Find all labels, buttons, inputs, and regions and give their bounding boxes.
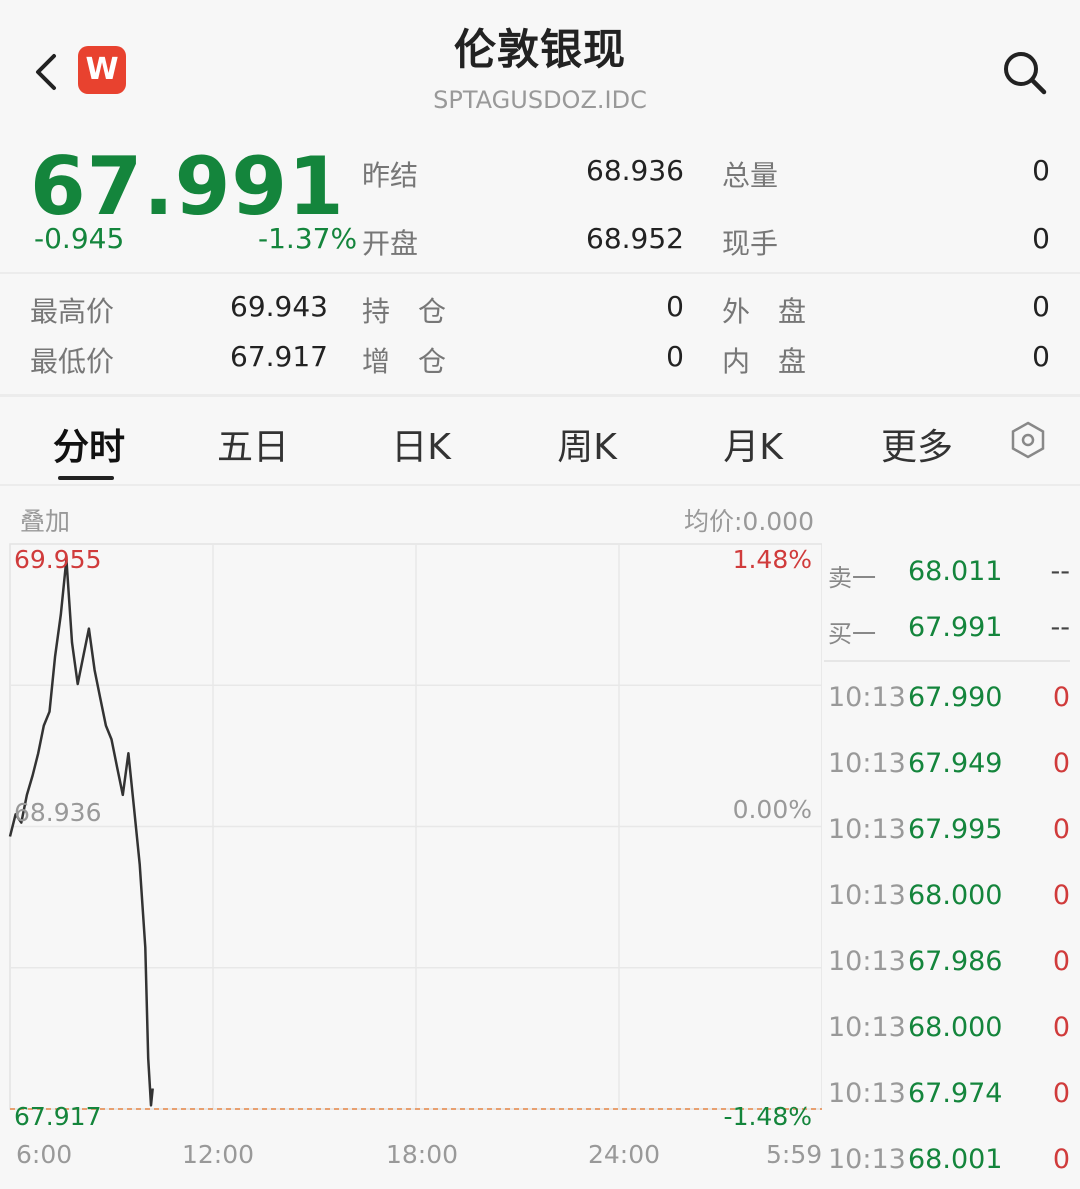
tick-volume: 0 — [1052, 1144, 1070, 1175]
outer-volume-value: 0 — [1032, 290, 1050, 323]
divider — [0, 394, 1080, 397]
current-hand-value: 0 — [1032, 222, 1050, 255]
x-tick-label: 12:00 — [182, 1140, 255, 1169]
prev-settle-value: 68.936 — [586, 154, 684, 187]
settings-icon[interactable] — [1008, 420, 1048, 460]
ref-pct-label: 0.00% — [733, 795, 812, 824]
low-price-label: 67.917 — [14, 1102, 101, 1131]
divider — [0, 272, 1080, 274]
x-tick-label: 18:00 — [386, 1140, 459, 1169]
bid-volume: -- — [1050, 612, 1071, 643]
open-interest-label: 持 仓 — [362, 295, 447, 328]
page-title: 伦敦银现 — [453, 25, 626, 74]
ref-price-label: 68.936 — [14, 798, 101, 827]
price-change: -0.945 — [34, 222, 125, 255]
open-interest-value: 0 — [666, 290, 684, 323]
price-series-line — [8, 557, 154, 1107]
tick-price: 67.990 — [908, 682, 1003, 713]
price-change-percent: -1.37% — [258, 222, 358, 255]
bid-price: 67.991 — [908, 612, 1003, 643]
active-tab-indicator — [58, 476, 114, 480]
inner-volume-label: 内 盘 — [722, 345, 807, 378]
open-value: 68.952 — [586, 222, 684, 255]
tick-volume: 0 — [1052, 946, 1070, 977]
search-icon[interactable] — [1000, 48, 1050, 98]
high-value: 69.943 — [230, 290, 328, 323]
x-tick-label: 6:00 — [16, 1140, 73, 1169]
high-pct-label: 1.48% — [733, 545, 812, 574]
tick-price: 67.974 — [908, 1078, 1003, 1109]
tick-time: 10:13 — [828, 880, 906, 911]
tab-monthly-k[interactable]: 月K — [704, 418, 802, 470]
tick-volume: 0 — [1052, 1078, 1070, 1109]
open-label: 开盘 — [362, 227, 419, 260]
low-value: 67.917 — [230, 340, 328, 373]
tick-time: 10:13 — [828, 946, 906, 977]
instrument-code: SPTAGUSDOZ.IDC — [433, 86, 647, 114]
high-label: 最高价 — [30, 295, 115, 328]
tick-price: 68.001 — [908, 1144, 1003, 1175]
tick-volume: 0 — [1052, 814, 1070, 845]
total-volume-value: 0 — [1032, 154, 1050, 187]
tick-volume: 0 — [1052, 682, 1070, 713]
tick-price: 68.000 — [908, 880, 1003, 911]
total-volume-label: 总量 — [722, 159, 779, 192]
inner-volume-value: 0 — [1032, 340, 1050, 373]
tick-volume: 0 — [1052, 748, 1070, 779]
tab-intraday[interactable]: 分时 — [40, 418, 138, 470]
tick-time: 10:13 — [828, 1078, 906, 1109]
avg-price-label: 均价:0.000 — [684, 507, 814, 536]
oi-change-value: 0 — [666, 340, 684, 373]
divider — [824, 660, 1070, 662]
ask-price: 68.011 — [908, 556, 1003, 587]
tick-volume: 0 — [1052, 1012, 1070, 1043]
tab-weekly-k[interactable]: 周K — [538, 418, 636, 470]
tick-price: 67.949 — [908, 748, 1003, 779]
tick-price: 67.986 — [908, 946, 1003, 977]
bid-label: 买一 — [828, 620, 876, 648]
x-tick-label: 24:00 — [588, 1140, 661, 1169]
tab-daily-k[interactable]: 日K — [372, 418, 470, 470]
tick-price: 67.995 — [908, 814, 1003, 845]
tick-time: 10:13 — [828, 748, 906, 779]
low-label: 最低价 — [30, 345, 115, 378]
ask-label: 卖一 — [828, 564, 876, 592]
prev-settle-label: 昨结 — [362, 159, 419, 192]
high-price-label: 69.955 — [14, 545, 101, 574]
overlay-button[interactable]: 叠加 — [20, 502, 70, 538]
tab-more[interactable]: 更多 — [868, 418, 966, 470]
divider — [0, 484, 1080, 486]
x-tick-label: 5:59 — [766, 1140, 823, 1169]
tick-volume: 0 — [1052, 880, 1070, 911]
ask-volume: -- — [1050, 556, 1071, 587]
tick-time: 10:13 — [828, 682, 906, 713]
intraday-chart[interactable]: 69.955 1.48% 68.936 0.00% 67.917 -1.48% — [0, 540, 822, 1136]
tick-time: 10:13 — [828, 1144, 906, 1175]
tick-price: 68.000 — [908, 1012, 1003, 1043]
chart-grid — [9, 543, 822, 1110]
low-pct-label: -1.48% — [724, 1102, 812, 1131]
current-hand-label: 现手 — [722, 227, 779, 260]
outer-volume-label: 外 盘 — [722, 295, 807, 328]
tab-five-day[interactable]: 五日 — [204, 418, 302, 470]
oi-change-label: 增 仓 — [362, 345, 447, 378]
tick-time: 10:13 — [828, 1012, 906, 1043]
last-price: 67.991 — [30, 140, 345, 233]
tick-time: 10:13 — [828, 814, 906, 845]
